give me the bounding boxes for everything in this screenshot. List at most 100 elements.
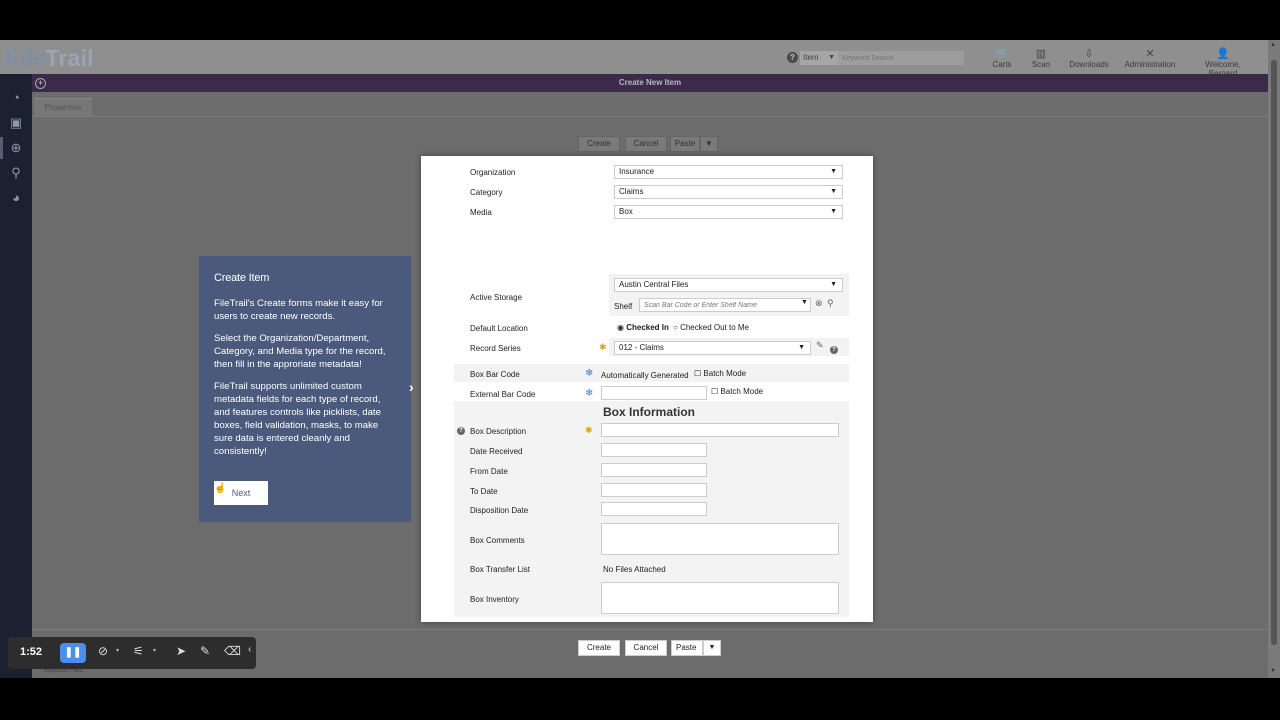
pen-icon[interactable]: ✎ bbox=[200, 644, 210, 658]
required-star-icon: ✱ bbox=[599, 342, 607, 352]
clear-circle-icon[interactable]: ⊗ bbox=[815, 298, 823, 309]
organization-select[interactable]: Insurance ▼ bbox=[614, 165, 843, 179]
chevron-down-icon: ▼ bbox=[830, 281, 837, 288]
box-description-label: Box Description bbox=[470, 427, 527, 436]
download-icon: ⇩ bbox=[1084, 48, 1094, 60]
add-circle-icon[interactable]: ⊕ bbox=[8, 140, 24, 156]
checked-out-radio[interactable]: ○ Checked Out to Me bbox=[673, 323, 749, 332]
search-icon[interactable]: ⚲ bbox=[8, 165, 24, 181]
scroll-up-icon[interactable]: ▲ bbox=[1270, 42, 1276, 48]
date-received-input[interactable] bbox=[601, 443, 707, 457]
page-scrollbar[interactable]: ▲ ▼ bbox=[1268, 40, 1280, 678]
tour-paragraph-3: FileTrail supports unlimited custom meta… bbox=[214, 381, 381, 457]
tab-properties[interactable]: Properties bbox=[34, 98, 92, 116]
reports-icon[interactable]: ◕ bbox=[8, 190, 24, 206]
disposition-date-input[interactable] bbox=[601, 502, 707, 516]
to-date-input[interactable] bbox=[601, 483, 707, 497]
briefcase-icon[interactable]: ▣ bbox=[8, 115, 24, 131]
top-bar: FileTrail ? Item▼ 🛒Carts ▥Scan ⇩Download… bbox=[0, 40, 1280, 78]
paste-dropdown-bg[interactable]: ▼ bbox=[700, 136, 718, 152]
chevron-down-icon: ▼ bbox=[830, 188, 837, 195]
app-logo[interactable]: FileTrail bbox=[5, 45, 94, 72]
paste-dropdown-button[interactable]: ▼ bbox=[703, 640, 721, 656]
nav-carts[interactable]: 🛒 Carts bbox=[991, 48, 1013, 69]
edit-icon[interactable]: ✎ bbox=[816, 340, 824, 351]
paste-button-bg[interactable]: Paste bbox=[670, 136, 700, 152]
page-title: Create New Item bbox=[618, 78, 682, 87]
shelf-input[interactable] bbox=[639, 298, 811, 312]
cancel-button-bg[interactable]: Cancel bbox=[625, 136, 667, 152]
page-title-bar: Create New Item bbox=[32, 74, 1268, 92]
scroll-down-icon[interactable]: ▼ bbox=[1270, 668, 1276, 674]
mic-off-icon[interactable]: ⚟ bbox=[133, 644, 144, 658]
box-inventory-textarea[interactable] bbox=[601, 582, 839, 614]
help-icon[interactable]: ? bbox=[830, 346, 838, 354]
shelf-dropdown-icon[interactable]: ▼ bbox=[801, 299, 808, 306]
lookup-icon[interactable]: ⚲ bbox=[827, 298, 834, 309]
no-files-text: No Files Attached bbox=[603, 565, 666, 574]
tour-paragraph-2: Select the Organization/Department, Cate… bbox=[214, 333, 386, 370]
from-date-label: From Date bbox=[470, 467, 508, 476]
camera-off-icon[interactable]: ⊘ bbox=[98, 644, 108, 658]
box-comments-label: Box Comments bbox=[470, 536, 525, 545]
box-comments-textarea[interactable] bbox=[601, 523, 839, 555]
checked-in-label: Checked In bbox=[626, 323, 669, 332]
chevron-down-icon[interactable]: ▾ bbox=[116, 647, 119, 654]
help-icon[interactable]: ? bbox=[787, 52, 798, 63]
organization-label: Organization bbox=[470, 168, 516, 177]
cancel-button[interactable]: Cancel bbox=[625, 640, 667, 656]
active-storage-select[interactable]: Austin Central Files ▼ bbox=[614, 278, 843, 292]
disposition-date-label: Disposition Date bbox=[470, 506, 529, 515]
record-series-label: Record Series bbox=[470, 344, 521, 353]
create-button[interactable]: Create bbox=[578, 640, 620, 656]
cart-icon: 🛒 bbox=[995, 48, 1009, 60]
nav-administration[interactable]: ✕ Administration bbox=[1123, 48, 1177, 69]
media-select[interactable]: Box ▼ bbox=[614, 205, 843, 219]
date-received-label: Date Received bbox=[470, 447, 523, 456]
recording-time: 1:52 bbox=[20, 646, 43, 658]
external-bar-code-input[interactable] bbox=[601, 386, 707, 400]
external-batch-mode-checkbox[interactable]: ☐ Batch Mode bbox=[711, 387, 763, 396]
tour-title: Create Item bbox=[214, 272, 270, 284]
record-series-select[interactable]: 012 - Claims ▼ bbox=[614, 341, 811, 355]
paste-button[interactable]: Paste bbox=[671, 640, 703, 656]
chevron-down-icon: ▼ bbox=[828, 54, 835, 61]
create-item-modal: Organization Insurance ▼ Category Claims ▼… bbox=[421, 156, 873, 656]
box-information-heading: Box Information bbox=[603, 405, 695, 419]
box-inventory-label: Box Inventory bbox=[470, 595, 519, 604]
shelf-label: Shelf bbox=[614, 302, 633, 311]
search-type-select[interactable]: Item ▼ bbox=[800, 51, 838, 65]
checked-in-radio[interactable]: ◉ Checked In bbox=[617, 323, 669, 332]
scroll-thumb[interactable] bbox=[1271, 60, 1277, 645]
mouse-cursor-icon: ☝ bbox=[214, 483, 227, 494]
tour-pointer-icon: › bbox=[409, 379, 414, 395]
dashboard-icon[interactable]: ◔ bbox=[8, 90, 24, 106]
screen-recorder-toolbar: 1:52 ❚❚ ⊘ ▾ ⚟ ▾ ➤ ✎ ⌫ ‹ bbox=[8, 637, 256, 669]
pause-icon[interactable]: ❚❚ bbox=[60, 643, 86, 663]
tab-divider bbox=[32, 116, 1268, 117]
eraser-icon[interactable]: ⌫ bbox=[224, 644, 241, 658]
pointer-icon[interactable]: ➤ bbox=[176, 644, 186, 658]
chevron-down-icon[interactable]: ▾ bbox=[153, 647, 156, 654]
nav-scan[interactable]: ▥ Scan bbox=[1030, 48, 1052, 69]
footer-divider bbox=[32, 629, 1268, 630]
tour-panel: Create Item FileTrail's Create forms mak… bbox=[199, 256, 411, 522]
help-icon[interactable]: ? bbox=[457, 427, 465, 435]
category-label: Category bbox=[470, 188, 503, 197]
required-star-icon: ✱ bbox=[585, 425, 593, 435]
add-icon[interactable]: + bbox=[35, 78, 46, 89]
category-select[interactable]: Claims ▼ bbox=[614, 185, 843, 199]
barcode-icon: ▥ bbox=[1035, 48, 1047, 60]
box-transfer-list-label: Box Transfer List bbox=[470, 565, 531, 574]
create-button-bg[interactable]: Create bbox=[578, 136, 620, 152]
keyword-search-input[interactable] bbox=[838, 51, 964, 65]
nav-downloads[interactable]: ⇩ Downloads bbox=[1068, 48, 1110, 69]
active-indicator bbox=[0, 137, 3, 159]
chevron-down-icon: ▼ bbox=[830, 208, 837, 215]
batch-mode-label: Batch Mode bbox=[703, 369, 747, 378]
from-date-input[interactable] bbox=[601, 463, 707, 477]
collapse-icon[interactable]: ‹ bbox=[248, 644, 251, 655]
box-description-input[interactable] bbox=[601, 423, 839, 437]
batch-mode-checkbox[interactable]: ☐ Batch Mode bbox=[694, 369, 746, 378]
tour-paragraph-1: FileTrail's Create forms make it easy fo… bbox=[214, 298, 383, 322]
